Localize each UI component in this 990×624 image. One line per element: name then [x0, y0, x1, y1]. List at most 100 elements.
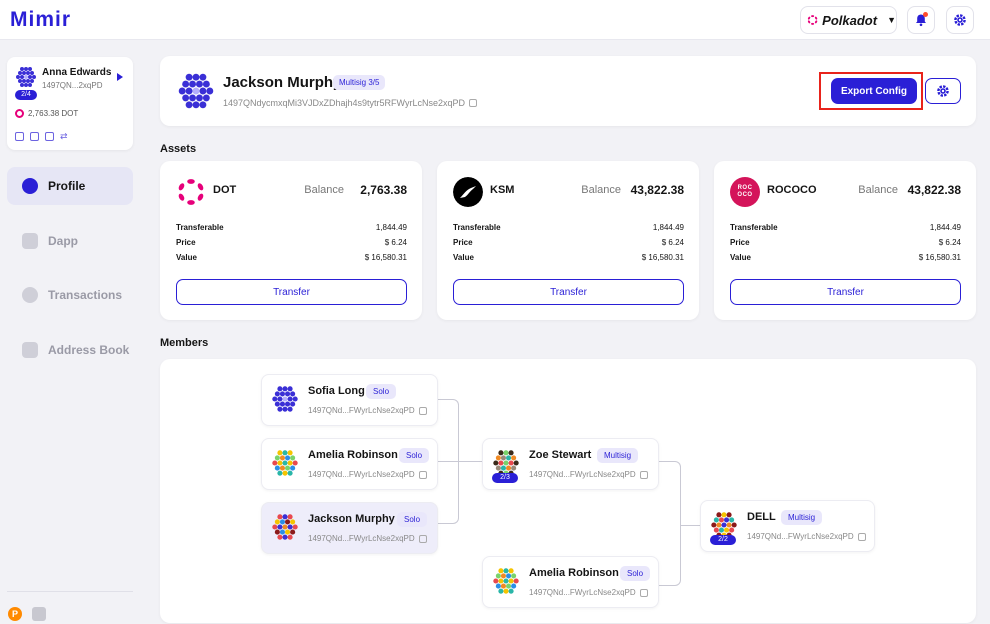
asset-symbol: KSM [490, 184, 515, 196]
account-address: 1497QNdycmxqMi3VJDxZDhajh4s9tytr5RFWyrLc… [223, 98, 477, 108]
member-node[interactable]: Jackson Murphy Solo 1497QNd...FWyrLcNse2… [261, 502, 438, 554]
copy-icon[interactable] [418, 470, 427, 479]
transfer-button[interactable]: Transfer [453, 279, 684, 305]
member-address: 1497QNd...FWyrLcNse2xqPD [529, 470, 648, 479]
member-avatar [493, 568, 519, 594]
member-tag: Solo [397, 512, 428, 527]
row-value: $ 6.24 [938, 238, 961, 247]
member-node[interactable]: Amelia Robinson Solo 1497QNd...FWyrLcNse… [261, 438, 438, 490]
top-bar: Mimir Polkadot ▼ [0, 0, 990, 40]
copy-icon[interactable] [469, 99, 477, 107]
sidebar-item-transactions[interactable]: Transactions [7, 276, 133, 314]
export-config-button[interactable]: Export Config [831, 78, 917, 104]
sidebar-item-label: Dapp [48, 234, 78, 248]
asset-row: Price $ 6.24 [453, 238, 684, 247]
member-name: Amelia Robinson [529, 567, 619, 579]
asset-balance: 2,763.38 [360, 183, 407, 197]
notification-dot [923, 12, 928, 17]
asset-balance: 43,822.38 [907, 183, 961, 197]
row-key: Value [176, 253, 197, 262]
app-logo[interactable]: Mimir [10, 8, 71, 32]
hand-icon[interactable] [32, 607, 46, 621]
copy-icon[interactable] [418, 406, 427, 415]
member-node[interactable]: 2/2 DELL Multisig 1497QNd...FWyrLcNse2xq… [700, 500, 875, 552]
external-link-icon[interactable] [45, 132, 54, 141]
notifications-button[interactable] [907, 6, 935, 34]
member-avatar [272, 450, 298, 476]
account-settings-button[interactable] [925, 78, 961, 104]
address-text: 1497QNd...FWyrLcNse2xqPD [308, 534, 415, 543]
row-value: 1,844.49 [929, 223, 961, 232]
row-key: Price [730, 238, 750, 247]
qr-code-icon[interactable] [15, 132, 24, 141]
sidebar-item-label: Profile [48, 179, 86, 193]
address-text: 1497QNd...FWyrLcNse2xqPD [529, 470, 636, 479]
member-name: Jackson Murphy [308, 513, 395, 525]
polkadot-icon [807, 15, 818, 25]
member-avatar [272, 514, 298, 540]
member-address: 1497QNd...FWyrLcNse2xqPD [308, 406, 427, 415]
member-address: 1497QNd...FWyrLcNse2xqPD [529, 588, 648, 597]
copy-icon[interactable] [857, 532, 866, 541]
kusama-icon [453, 177, 483, 207]
sidebar-item-profile[interactable]: Profile [7, 167, 133, 205]
sidebar-item-label: Transactions [48, 288, 123, 302]
asset-balance: 43,822.38 [630, 183, 684, 197]
tree-connector [681, 525, 700, 526]
asset-row: Transferable 1,844.49 [176, 223, 407, 232]
row-value: $ 6.24 [384, 238, 407, 247]
sidebar-item-address-book[interactable]: Address Book [7, 331, 133, 369]
polkadot-icon [15, 109, 24, 118]
member-node[interactable]: 2/3 Zoe Stewart Multisig 1497QNd...FWyrL… [482, 438, 659, 490]
account-card[interactable]: 2/4 Anna Edwards 1497QN...2xqPD 2,763.38… [7, 57, 133, 150]
expand-arrow-icon[interactable] [117, 73, 123, 81]
copy-icon[interactable] [418, 534, 427, 543]
switch-icon[interactable]: ⇄ [60, 132, 68, 141]
threshold-badge: 2/2 [710, 535, 736, 545]
asset-symbol: DOT [213, 184, 237, 196]
account-name: Anna Edwards [42, 67, 112, 78]
row-value: 1,844.49 [375, 223, 407, 232]
sidebar-footer: P [8, 607, 46, 621]
row-value: $ 6.24 [661, 238, 684, 247]
account-avatar [178, 73, 214, 109]
settings-button[interactable] [946, 6, 974, 34]
row-key: Value [730, 253, 751, 262]
address-text: 1497QNd...FWyrLcNse2xqPD [747, 532, 854, 541]
members-heading: Members [160, 337, 209, 349]
address-text: 1497QNdycmxqMi3VJDxZDhajh4s9tytr5RFWyrLc… [223, 98, 465, 108]
member-node[interactable]: Amelia Robinson Solo 1497QNd...FWyrLcNse… [482, 556, 659, 608]
address-text: 1497QNd...FWyrLcNse2xqPD [308, 470, 415, 479]
tree-connector [437, 461, 482, 462]
account-actions: ⇄ [15, 132, 68, 141]
gear-icon [937, 85, 949, 97]
member-tag: Multisig [597, 448, 639, 463]
asset-row: Price $ 6.24 [176, 238, 407, 247]
copy-icon[interactable] [30, 132, 39, 141]
balance-label: Balance [858, 184, 898, 196]
asset-row: Value $ 16,580.31 [453, 253, 684, 262]
copy-icon[interactable] [639, 470, 648, 479]
rococo-icon: ROC OCO [730, 177, 760, 207]
row-key: Transferable [730, 223, 778, 232]
sidebar-item-dapp[interactable]: Dapp [7, 222, 133, 260]
asset-symbol: ROCOCO [767, 184, 817, 196]
account-header-card: Jackson Murphy Multisig 3/5 1497QNdycmxq… [160, 56, 976, 126]
asset-card-ksm: KSM Balance 43,822.38 Transferable 1,844.… [437, 161, 699, 320]
transfer-button[interactable]: Transfer [176, 279, 407, 305]
polkadot-app-icon[interactable]: P [8, 607, 22, 621]
account-avatar [16, 67, 36, 87]
row-key: Transferable [176, 223, 224, 232]
network-selector[interactable]: Polkadot ▼ [800, 6, 897, 34]
user-icon [22, 178, 38, 194]
member-node[interactable]: Sofia Long Solo 1497QNd...FWyrLcNse2xqPD [261, 374, 438, 426]
sidebar-item-label: Address Book [48, 343, 130, 357]
transfer-button[interactable]: Transfer [730, 279, 961, 305]
member-tag: Solo [366, 384, 397, 399]
member-tag: Solo [399, 448, 430, 463]
member-avatar [272, 386, 298, 412]
account-balance-value: 2,763.38 DOT [28, 109, 79, 118]
balance-label: Balance [581, 184, 621, 196]
copy-icon[interactable] [639, 588, 648, 597]
apps-icon [22, 233, 38, 249]
